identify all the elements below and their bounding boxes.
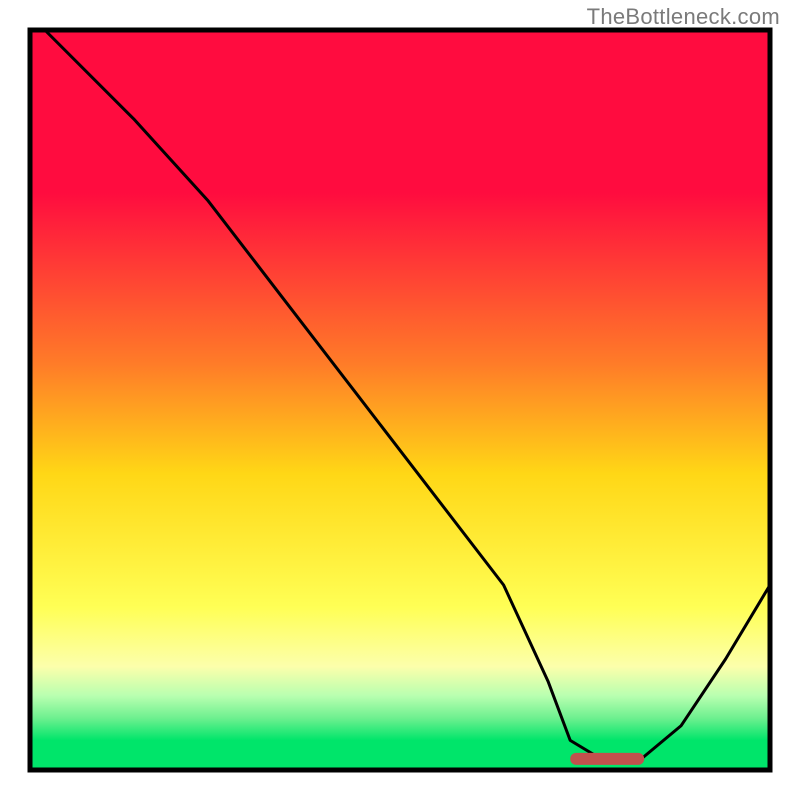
chart-svg xyxy=(0,0,800,800)
optimal-marker xyxy=(570,753,644,765)
bottleneck-chart: TheBottleneck.com xyxy=(0,0,800,800)
plot-background xyxy=(30,30,770,770)
watermark-label: TheBottleneck.com xyxy=(587,4,780,30)
